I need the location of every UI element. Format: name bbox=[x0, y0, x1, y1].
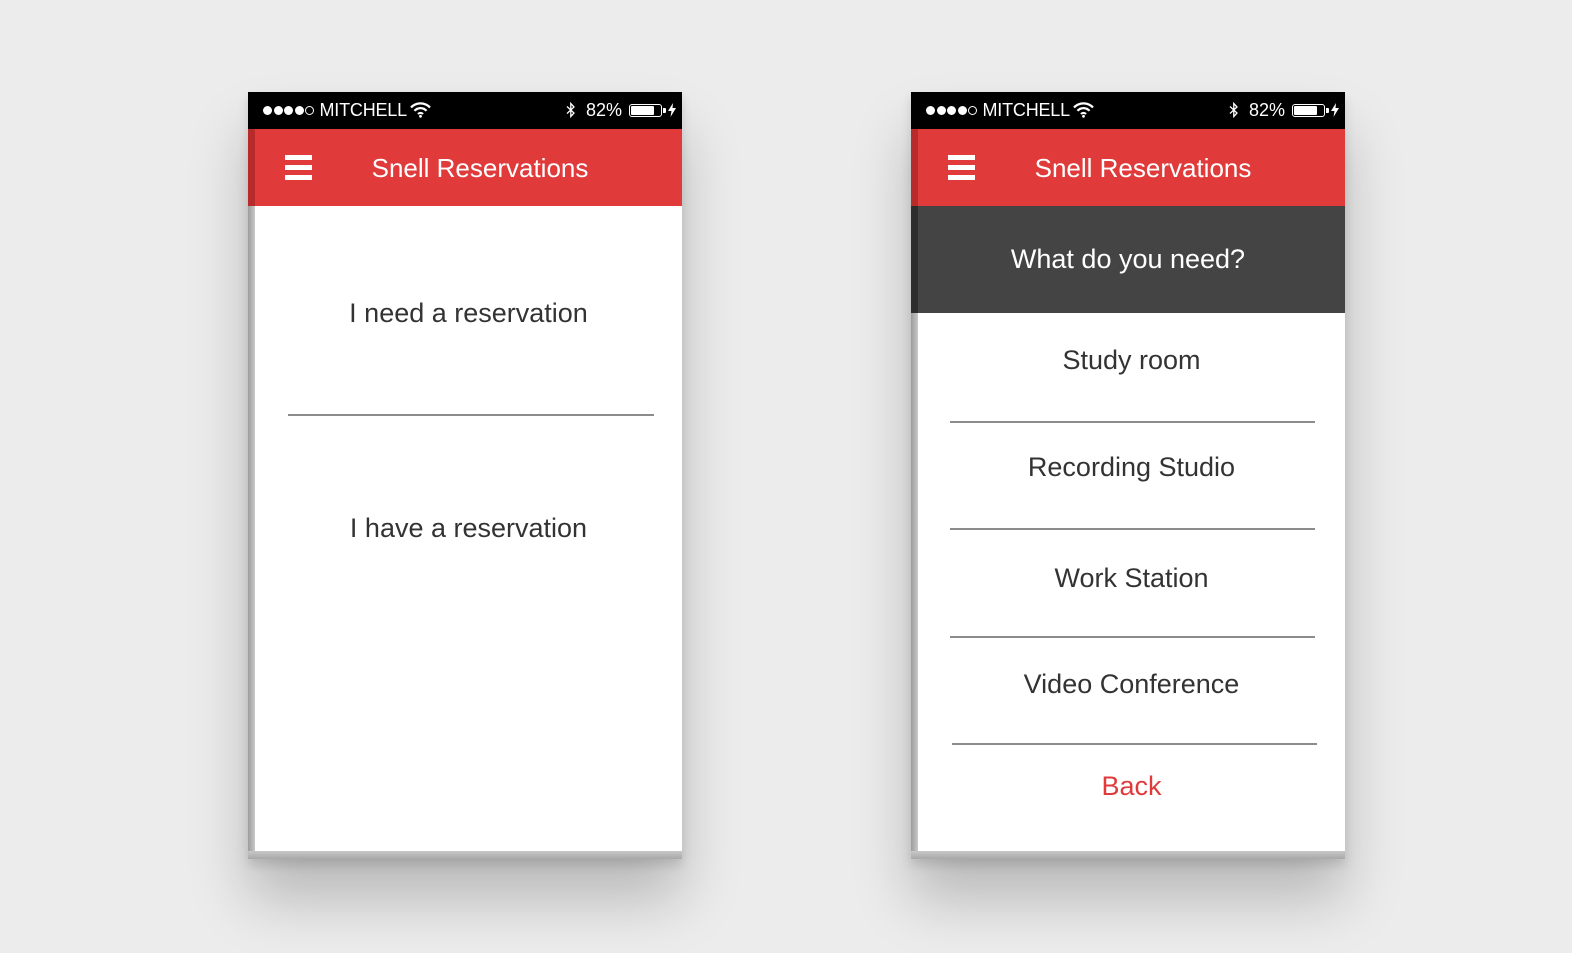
charging-bolt-icon bbox=[1331, 103, 1339, 117]
status-right: 82% bbox=[566, 99, 676, 121]
signal-strength-icon bbox=[263, 105, 316, 115]
study-room-option[interactable]: Study room bbox=[918, 345, 1345, 376]
need-content: Study room Recording Studio Work Station… bbox=[918, 313, 1345, 851]
option-divider bbox=[952, 743, 1317, 745]
phone-home-screen: MITCHELL 82% Snell Reservations I need a… bbox=[248, 92, 682, 859]
option-divider bbox=[950, 636, 1315, 638]
question-banner: What do you need? bbox=[911, 206, 1345, 313]
option-divider bbox=[950, 421, 1315, 423]
battery-icon bbox=[1292, 103, 1329, 117]
carrier-name: MITCHELL bbox=[319, 99, 408, 120]
video-conference-option[interactable]: Video Conference bbox=[918, 669, 1345, 700]
need-reservation-option[interactable]: I need a reservation bbox=[255, 298, 682, 329]
battery-fill bbox=[1294, 105, 1318, 115]
status-right: 82% bbox=[1229, 99, 1339, 121]
status-left: MITCHELL bbox=[926, 99, 1094, 121]
app-header: Snell Reservations bbox=[248, 129, 682, 206]
wifi-icon bbox=[1073, 102, 1094, 118]
battery-icon bbox=[629, 103, 666, 117]
battery-percentage: 82% bbox=[1248, 99, 1285, 120]
have-reservation-option[interactable]: I have a reservation bbox=[255, 513, 682, 544]
app-title: Snell Reservations bbox=[371, 153, 589, 183]
option-divider bbox=[288, 414, 654, 416]
status-left: MITCHELL bbox=[263, 99, 431, 121]
work-station-option[interactable]: Work Station bbox=[918, 563, 1345, 594]
bluetooth-icon bbox=[566, 102, 575, 118]
battery-fill bbox=[631, 105, 655, 115]
home-content: I need a reservation I have a reservatio… bbox=[255, 206, 682, 851]
recording-studio-option[interactable]: Recording Studio bbox=[918, 452, 1345, 483]
status-bar: MITCHELL 82% bbox=[911, 92, 1345, 129]
app-title: Snell Reservations bbox=[1034, 153, 1252, 183]
wifi-icon bbox=[410, 102, 431, 118]
question-text: What do you need? bbox=[1010, 244, 1246, 274]
battery-percentage: 82% bbox=[585, 99, 622, 120]
back-button[interactable]: Back bbox=[918, 771, 1345, 802]
signal-strength-icon bbox=[926, 105, 979, 115]
phone-need-screen: MITCHELL 82% Snell Reservations What do … bbox=[911, 92, 1345, 859]
carrier-name: MITCHELL bbox=[982, 99, 1071, 120]
charging-bolt-icon bbox=[668, 103, 676, 117]
status-bar: MITCHELL 82% bbox=[248, 92, 682, 129]
option-divider bbox=[950, 528, 1315, 530]
app-header: Snell Reservations bbox=[911, 129, 1345, 206]
bluetooth-icon bbox=[1229, 102, 1238, 118]
